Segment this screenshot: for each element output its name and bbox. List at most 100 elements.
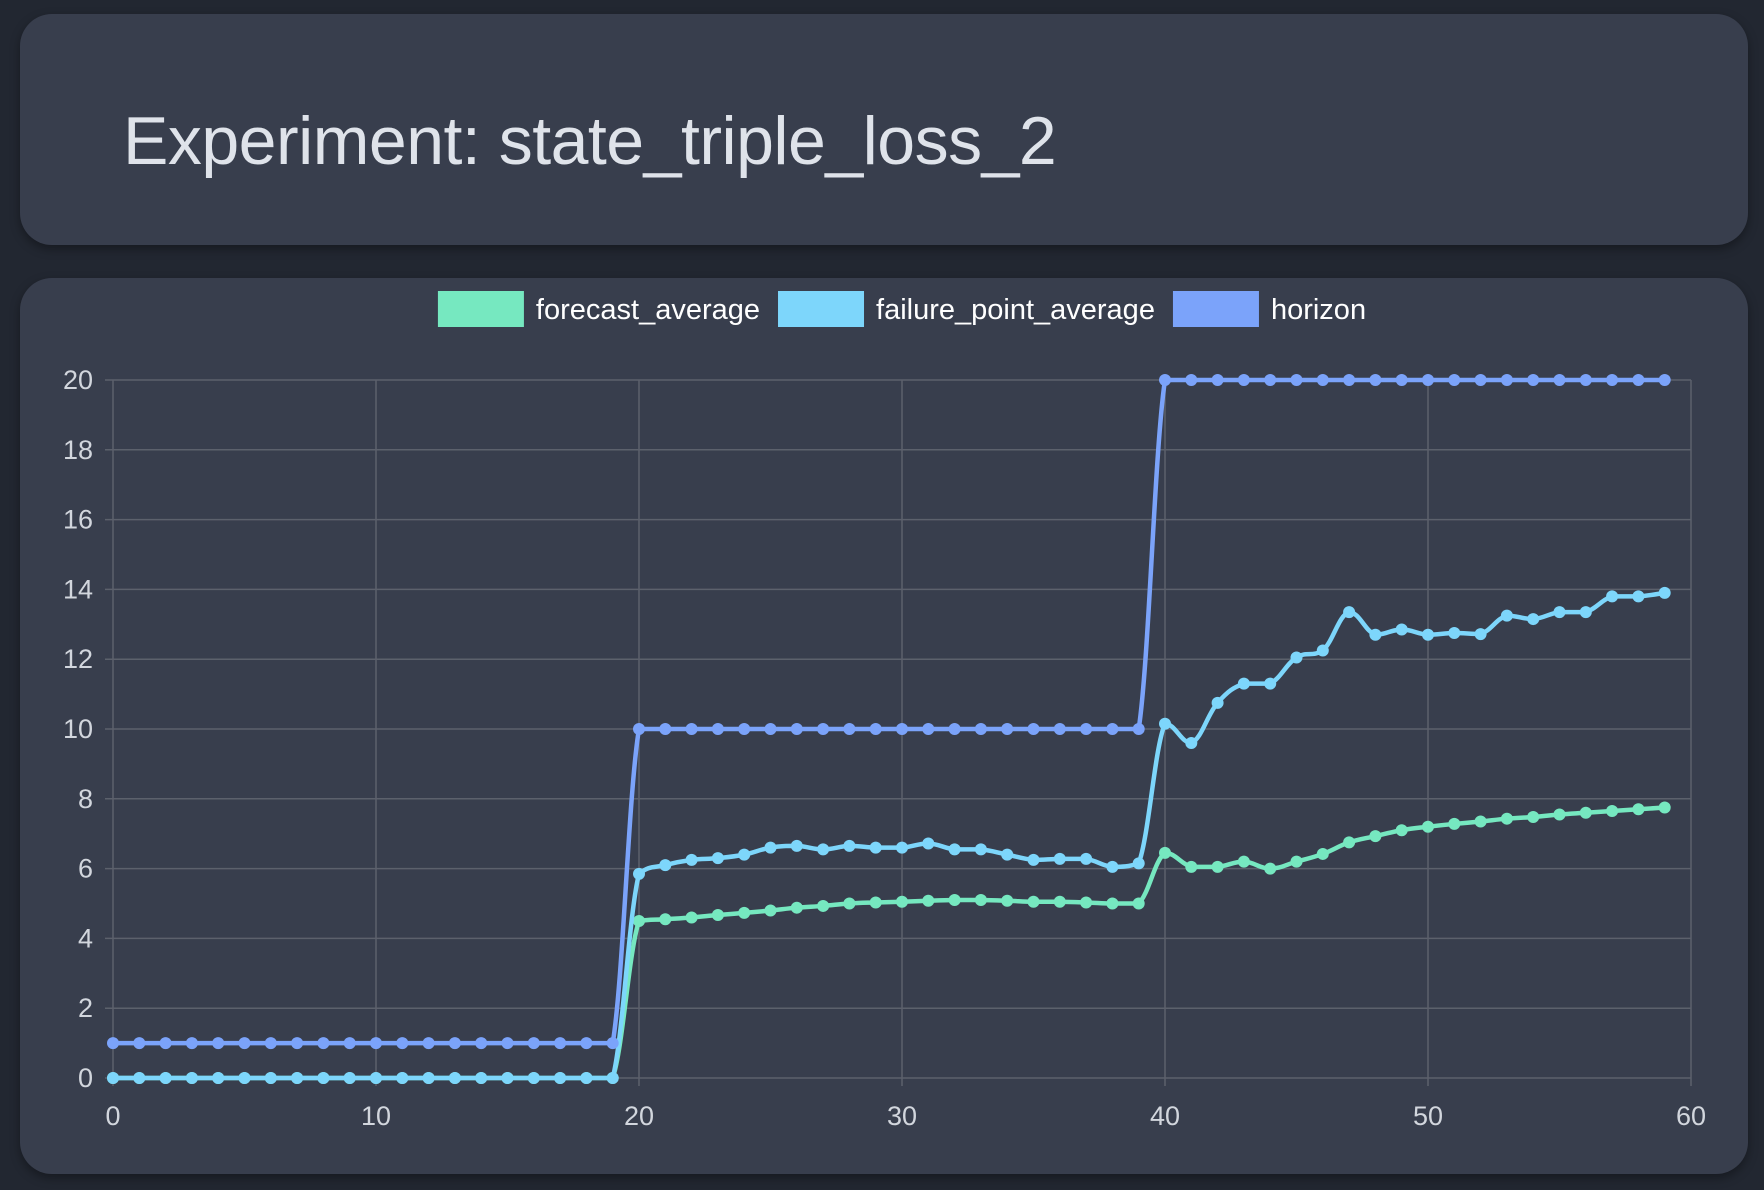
data-point-horizon (869, 723, 882, 735)
data-point-failure-point-average (738, 848, 751, 861)
data-point-forecast-average (1053, 895, 1066, 908)
data-point-forecast-average (922, 894, 935, 907)
data-point-forecast-average (1500, 812, 1513, 825)
data-point-failure-point-average (422, 1072, 435, 1084)
data-point-failure-point-average (633, 867, 645, 880)
data-point-forecast-average (817, 899, 830, 912)
data-point-horizon (1632, 374, 1645, 386)
data-point-horizon (1132, 723, 1145, 735)
data-point-horizon (238, 1037, 251, 1050)
data-point-failure-point-average (1237, 677, 1250, 690)
data-point-failure-point-average (974, 843, 987, 856)
series-line-failure-point-average (113, 590, 1666, 1081)
data-point-forecast-average (896, 895, 908, 908)
data-point-forecast-average (1080, 896, 1093, 909)
data-point-failure-point-average (1001, 848, 1014, 861)
data-point-horizon (1579, 374, 1592, 386)
data-point-failure-point-average (948, 843, 961, 856)
y-tick-label: 12 (63, 644, 93, 674)
data-point-forecast-average (1211, 860, 1224, 873)
data-point-forecast-average (1606, 805, 1619, 818)
data-point-failure-point-average (448, 1072, 461, 1084)
data-point-horizon (659, 723, 672, 735)
data-point-horizon (475, 1037, 488, 1050)
data-point-horizon (817, 723, 830, 735)
x-tick-label: 50 (1413, 1101, 1443, 1131)
header-card: Experiment: state_triple_loss_2 (20, 14, 1748, 245)
data-point-forecast-average (1395, 824, 1408, 837)
data-point-horizon (448, 1037, 461, 1050)
data-point-forecast-average (948, 894, 961, 907)
line-chart: 0 2 4 6 8 10 12 14 16 18 20 0 10 20 30 40 50 60 forecast_a… (63, 291, 1706, 1131)
legend-label-horizon: horizon (1271, 294, 1366, 326)
data-point-horizon (948, 723, 961, 735)
data-point-failure-point-average (1606, 590, 1619, 603)
data-point-failure-point-average (1290, 651, 1303, 664)
data-point-failure-point-average (1159, 717, 1171, 730)
data-point-forecast-average (1658, 801, 1671, 814)
data-point-forecast-average (1369, 830, 1382, 843)
data-point-horizon (1527, 374, 1540, 386)
data-point-failure-point-average (370, 1072, 382, 1084)
y-tick-label: 6 (78, 854, 93, 884)
data-point-failure-point-average (291, 1072, 304, 1084)
data-point-forecast-average (869, 896, 882, 909)
data-point-horizon (212, 1037, 225, 1050)
x-tick-label: 20 (624, 1101, 654, 1131)
data-point-forecast-average (1290, 855, 1303, 868)
data-point-forecast-average (1448, 817, 1461, 830)
x-tick-label: 30 (887, 1101, 917, 1131)
data-point-forecast-average (738, 906, 751, 919)
series-line-horizon (112, 377, 1665, 1046)
data-point-failure-point-average (764, 841, 777, 854)
data-point-failure-point-average (896, 841, 908, 854)
data-point-forecast-average (974, 894, 987, 907)
legend-swatch-forecast-average (437, 291, 524, 327)
data-point-failure-point-average (554, 1072, 567, 1084)
data-point-failure-point-average (922, 837, 935, 850)
data-point-horizon (343, 1037, 356, 1050)
data-point-horizon (580, 1037, 593, 1050)
data-point-horizon (396, 1037, 409, 1050)
data-point-horizon (1237, 374, 1250, 386)
data-point-failure-point-average (790, 839, 803, 852)
data-point-failure-point-average (475, 1072, 488, 1084)
y-tick-label: 4 (78, 923, 93, 953)
data-point-forecast-average (1316, 847, 1329, 860)
data-point-forecast-average (1632, 803, 1645, 816)
data-point-failure-point-average (1553, 606, 1566, 619)
data-point-horizon (738, 723, 751, 735)
y-tick-label: 0 (78, 1063, 93, 1093)
data-point-horizon (291, 1037, 304, 1050)
data-point-failure-point-average (1027, 853, 1040, 866)
data-point-failure-point-average (1264, 677, 1277, 690)
data-point-forecast-average (1553, 808, 1566, 821)
data-point-failure-point-average (1211, 696, 1224, 709)
y-tick-label: 10 (63, 714, 93, 744)
data-point-horizon (1448, 374, 1461, 386)
data-point-failure-point-average (1343, 606, 1356, 619)
x-tick-label: 40 (1150, 1101, 1180, 1131)
chart-card: 0 2 4 6 8 10 12 14 16 18 20 0 10 20 30 40 50 60 forecast_a… (20, 278, 1748, 1174)
y-tick-label: 2 (78, 993, 93, 1023)
data-point-horizon (790, 723, 803, 735)
data-point-failure-point-average (685, 853, 698, 866)
data-point-horizon (922, 723, 935, 735)
data-point-horizon (974, 723, 987, 735)
data-point-horizon (685, 723, 698, 735)
data-point-horizon (1658, 374, 1671, 386)
data-point-forecast-average (659, 913, 672, 926)
data-point-failure-point-average (396, 1072, 409, 1084)
data-point-failure-point-average (1658, 586, 1671, 599)
y-tick-label: 20 (63, 365, 93, 395)
x-tick-label: 10 (361, 1101, 391, 1131)
data-point-horizon (370, 1037, 382, 1050)
data-point-failure-point-average (1527, 613, 1540, 626)
data-point-failure-point-average (1579, 606, 1592, 619)
y-tick-label: 8 (78, 784, 93, 814)
data-point-forecast-average (711, 909, 724, 922)
data-point-failure-point-average (1422, 628, 1434, 641)
data-point-horizon (843, 723, 856, 735)
data-point-failure-point-average (159, 1072, 172, 1084)
data-point-horizon (1553, 374, 1566, 386)
